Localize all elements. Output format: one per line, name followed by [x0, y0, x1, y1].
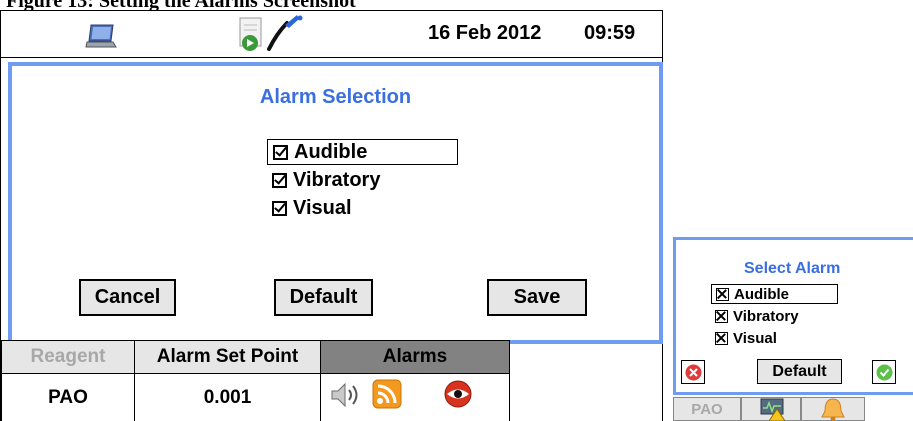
- mini-option-label-vibratory: Vibratory: [733, 307, 799, 325]
- mini-panel-title: Select Alarm: [744, 260, 841, 277]
- mini-option-label-audible: Audible: [734, 285, 789, 303]
- option-label-audible: Audible: [294, 140, 368, 163]
- status-date: 16 Feb 2012: [428, 22, 542, 44]
- mini-tab-alarms[interactable]: [801, 397, 865, 421]
- table-header-reagent: Reagent: [1, 340, 135, 374]
- checkbox-checked-icon[interactable]: [273, 144, 288, 160]
- mini-tab-reagent[interactable]: PAO: [673, 397, 741, 421]
- option-label-vibratory: Vibratory: [293, 168, 381, 191]
- mini-option-audible[interactable]: Audible: [711, 284, 838, 304]
- mini-option-vibratory[interactable]: Vibratory: [711, 306, 799, 326]
- mini-option-label-visual: Visual: [733, 329, 777, 347]
- mini-tab-reagent-label: PAO: [691, 400, 723, 418]
- table-header-alarm-set-point: Alarm Set Point: [134, 340, 321, 374]
- laptop-icon[interactable]: [85, 23, 117, 49]
- rss-icon[interactable]: [372, 379, 402, 409]
- dialog-title: Alarm Selection: [259, 86, 412, 108]
- checkbox-checked-icon[interactable]: [272, 200, 287, 216]
- ok-check-icon: [876, 364, 892, 380]
- alarm-selection-dialog: Alarm Selection Audible Vibratory Visual…: [8, 62, 663, 344]
- table-cell-reagent: PAO: [1, 373, 135, 421]
- option-label-visual: Visual: [293, 196, 352, 219]
- cancel-x-icon: [685, 364, 701, 380]
- mini-option-visual[interactable]: Visual: [711, 328, 777, 348]
- device-screen: 16 Feb 2012 09:59 Alarm Selection Audibl…: [0, 10, 663, 421]
- monitor-warning-icon: [760, 398, 786, 421]
- mini-tab-monitor[interactable]: [741, 397, 801, 421]
- cancel-button[interactable]: Cancel: [79, 279, 176, 316]
- mini-default-button[interactable]: Default: [757, 359, 842, 384]
- status-bar: 16 Feb 2012 09:59: [1, 11, 662, 58]
- checkbox-checked-icon[interactable]: [272, 172, 287, 188]
- mini-cancel-button[interactable]: [681, 360, 705, 384]
- eye-icon[interactable]: [442, 380, 474, 408]
- option-audible[interactable]: Audible: [267, 139, 458, 165]
- table-cell-set-point[interactable]: 0.001: [134, 373, 321, 421]
- mini-ok-button[interactable]: [872, 360, 896, 384]
- table-header-alarms: Alarms: [320, 340, 510, 374]
- select-alarm-panel: Select Alarm Audible Vibratory Visual De…: [673, 237, 913, 395]
- option-vibratory[interactable]: Vibratory: [267, 167, 380, 193]
- checkbox-x-icon[interactable]: [716, 287, 729, 301]
- pen-icon[interactable]: [263, 13, 307, 53]
- bell-icon: [821, 398, 845, 421]
- save-button[interactable]: Save: [487, 279, 587, 316]
- checkbox-x-icon[interactable]: [715, 331, 728, 345]
- speaker-icon[interactable]: [330, 380, 362, 410]
- status-time: 09:59: [584, 22, 636, 44]
- default-button[interactable]: Default: [274, 279, 373, 316]
- option-visual[interactable]: Visual: [267, 195, 352, 221]
- checkbox-x-icon[interactable]: [715, 309, 728, 323]
